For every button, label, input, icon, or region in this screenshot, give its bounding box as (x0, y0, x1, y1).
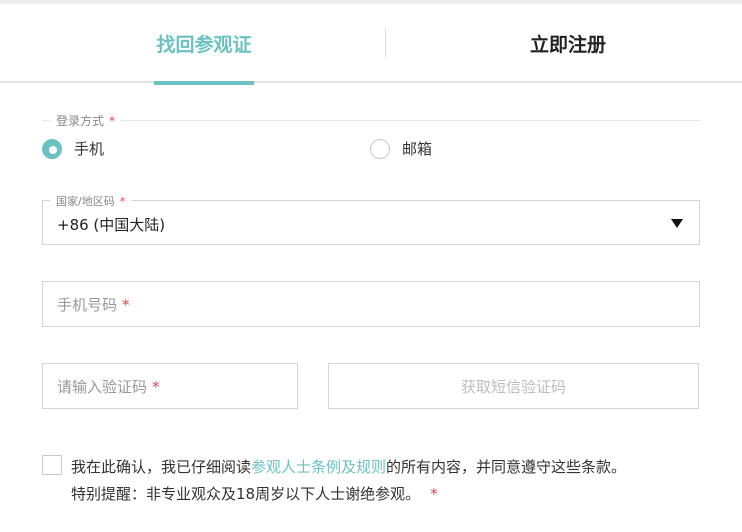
required-mark: * (119, 195, 126, 208)
phone-input[interactable] (42, 281, 700, 327)
radio-email[interactable]: 邮箱 (370, 138, 432, 159)
tab-divider (385, 28, 386, 58)
required-mark: * (109, 114, 116, 128)
region-select-value: +86 (中国大陆) (57, 216, 166, 234)
caret-down-icon (671, 219, 683, 228)
radio-checked-icon (42, 138, 62, 159)
tab-bar: 找回参观证 立即注册 (0, 4, 742, 85)
required-mark: * (430, 485, 438, 503)
radio-unchecked-icon (370, 138, 390, 159)
agree-checkbox[interactable] (42, 455, 62, 475)
region-label-text: 国家/地区码 (56, 195, 115, 208)
radio-phone[interactable]: 手机 (42, 138, 104, 159)
login-method-divider (42, 120, 700, 121)
code-input[interactable] (42, 363, 298, 409)
tab-recover-pass[interactable]: 找回参观证 (100, 4, 308, 83)
get-sms-code-button[interactable]: 获取短信验证码 (328, 363, 699, 409)
agreement-text: 我在此确认，我已仔细阅读参观人士条例及规则的所有内容，并同意遵守这些条款。 (71, 456, 626, 477)
agreement-prefix: 我在此确认，我已仔细阅读 (71, 458, 252, 476)
login-method-label-text: 登录方式 (56, 114, 105, 128)
region-select[interactable]: +86 (中国大陆) (42, 200, 700, 245)
rules-link[interactable]: 参观人士条例及规则 (251, 458, 386, 476)
tab-register[interactable]: 立即注册 (464, 4, 672, 83)
age-notice-text: 特别提醒：非专业观众及18周岁以下人士谢绝参观。 (71, 485, 421, 503)
login-method-label: 登录方式 * (50, 112, 122, 129)
radio-email-label: 邮箱 (402, 140, 433, 158)
age-notice: 特别提醒：非专业观众及18周岁以下人士谢绝参观。 * (71, 483, 438, 504)
region-label: 国家/地区码 * (50, 193, 132, 209)
active-tab-indicator (154, 81, 254, 85)
radio-phone-label: 手机 (74, 140, 105, 158)
agreement-suffix: 的所有内容，并同意遵守这些条款。 (386, 458, 627, 476)
